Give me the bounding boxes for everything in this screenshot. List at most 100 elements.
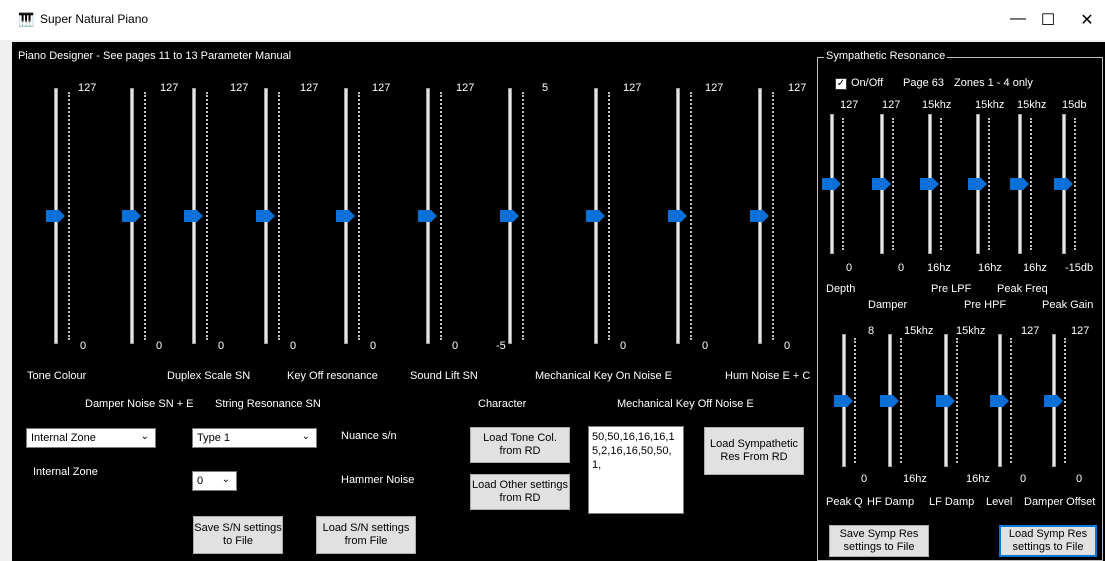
settings-text-area[interactable]: 50,50,16,16,16,15,2,16,16,50,50,1, [588,426,684,514]
slider-min-label: 0 [784,340,791,352]
slider-thumb[interactable] [500,210,520,222]
slider-max-label: 127 [160,82,179,94]
slider-min-label: 0 [218,340,225,352]
slider-ticks [988,118,990,250]
slider-thumb[interactable] [990,394,1010,407]
slider-max-label: 127 [230,82,249,94]
slider-max-label: 15khz [975,99,1005,111]
slider-max-label: 127 [78,82,97,94]
label-mech-key-on: Mechanical Key On Noise E [535,370,672,382]
slider-min-label: 16hz [1023,262,1047,274]
slider-max-label: 127 [882,99,901,111]
slider-max-label: 127 [705,82,724,94]
onoff-label: On/Off [851,77,884,89]
label-string-resonance: String Resonance SN [215,398,321,410]
label-pre-lpf: Pre LPF [931,283,972,295]
slider-thumb[interactable] [256,210,276,222]
slider-max-label: 15khz [904,325,934,337]
slider-max-label: 127 [372,82,391,94]
slider-min-label: 0 [290,340,297,352]
hammer-select-value: 0 [197,475,204,487]
slider-thumb[interactable] [668,210,688,222]
designer-header: Piano Designer - See pages 11 to 13 Para… [18,50,292,62]
label-depth: Depth [826,283,856,295]
slider-ticks [206,92,208,340]
slider-ticks [1074,118,1076,250]
label-peak-freq: Peak Freq [997,283,1048,295]
slider-ticks [144,92,146,340]
client-area: Piano Designer - See pages 11 to 13 Para… [12,42,1105,561]
window-title: Super Natural Piano [40,12,149,26]
slider-max-label: 127 [840,99,859,111]
load-other-settings-button[interactable]: Load Other settings from RD [470,474,570,510]
label-hum-noise: Hum Noise E + C [725,370,811,382]
slider-min-label: 0 [861,473,868,485]
load-sn-button[interactable]: Load S/N settings from File [316,516,416,554]
slider-ticks [842,118,844,250]
slider-thumb[interactable] [1044,394,1064,407]
slider-ticks [358,92,360,340]
load-sympathetic-res-button[interactable]: Load Sympathetic Res From RD [704,427,804,475]
label-internal-zone: Internal Zone [33,466,98,478]
onoff-checkbox[interactable]: ✓ [835,78,847,90]
slider-max-label: 5 [542,82,549,94]
minimize-button[interactable]: — [1003,10,1033,28]
slider-thumb[interactable] [1054,178,1074,190]
slider-ticks [522,92,524,340]
slider-thumb[interactable] [122,210,142,222]
close-button[interactable]: ✕ [1072,10,1102,30]
slider-ticks [900,338,902,463]
label-damper: Damper [868,299,908,311]
label-mech-key-off: Mechanical Key Off Noise E [617,398,754,410]
slider-max-label: 15db [1062,99,1087,111]
label-sound-lift: Sound Lift SN [410,370,478,382]
save-symp-res-button[interactable]: Save Symp Res settings to File [829,525,929,557]
slider-thumb[interactable] [184,210,204,222]
slider-thumb[interactable] [46,210,66,222]
zone-select[interactable]: Internal Zone ⌄ [26,428,156,448]
type-select-value: Type 1 [197,432,231,444]
slider-thumb[interactable] [822,178,842,190]
slider-thumb[interactable] [336,210,356,222]
slider-thumb[interactable] [586,210,606,222]
slider-thumb[interactable] [418,210,438,222]
label-character: Character [478,398,527,410]
title-bar[interactable]: 🎹 Super Natural Piano — ☐ ✕ [0,0,1105,40]
slider-max-label: 127 [1071,325,1090,337]
slider-thumb[interactable] [936,394,956,407]
slider-thumb[interactable] [872,178,892,190]
label-pre-hpf: Pre HPF [964,299,1007,311]
slider-thumb[interactable] [968,178,988,190]
slider-min-label: -5 [496,340,506,352]
slider-ticks [772,92,774,340]
slider-ticks [1064,338,1066,463]
label-peak-gain: Peak Gain [1042,299,1094,311]
chevron-down-icon: ⌄ [221,474,230,485]
slider-min-label: 0 [1076,473,1083,485]
slider-thumb[interactable] [750,210,770,222]
piano-icon: 🎹 [18,12,35,27]
slider-max-label: 127 [300,82,319,94]
zones-note: Zones 1 - 4 only [954,77,1033,89]
slider-thumb[interactable] [880,394,900,407]
type-select[interactable]: Type 1 ⌄ [192,428,317,448]
slider-thumb[interactable] [834,394,854,407]
load-symp-res-button[interactable]: Load Symp Res settings to File [999,525,1097,557]
slider-thumb[interactable] [1010,178,1030,190]
label-hammer-noise: Hammer Noise [341,474,415,486]
slider-max-label: 127 [788,82,807,94]
slider-ticks [940,118,942,250]
slider-thumb[interactable] [920,178,940,190]
slider-min-label: 0 [846,262,853,274]
slider-min-label: 16hz [966,473,990,485]
save-sn-button[interactable]: Save S/N settings to File [193,516,283,554]
zone-select-value: Internal Zone [31,432,96,444]
label-nuance: Nuance s/n [341,430,397,442]
hammer-select[interactable]: 0 ⌄ [192,471,237,491]
slider-min-label: 0 [898,262,905,274]
slider-min-label: 0 [702,340,709,352]
load-tone-col-button[interactable]: Load Tone Col. from RD [470,427,570,463]
maximize-button[interactable]: ☐ [1033,10,1063,30]
slider-min-label: 16hz [927,262,951,274]
label-lf-damp: LF Damp [929,496,975,508]
